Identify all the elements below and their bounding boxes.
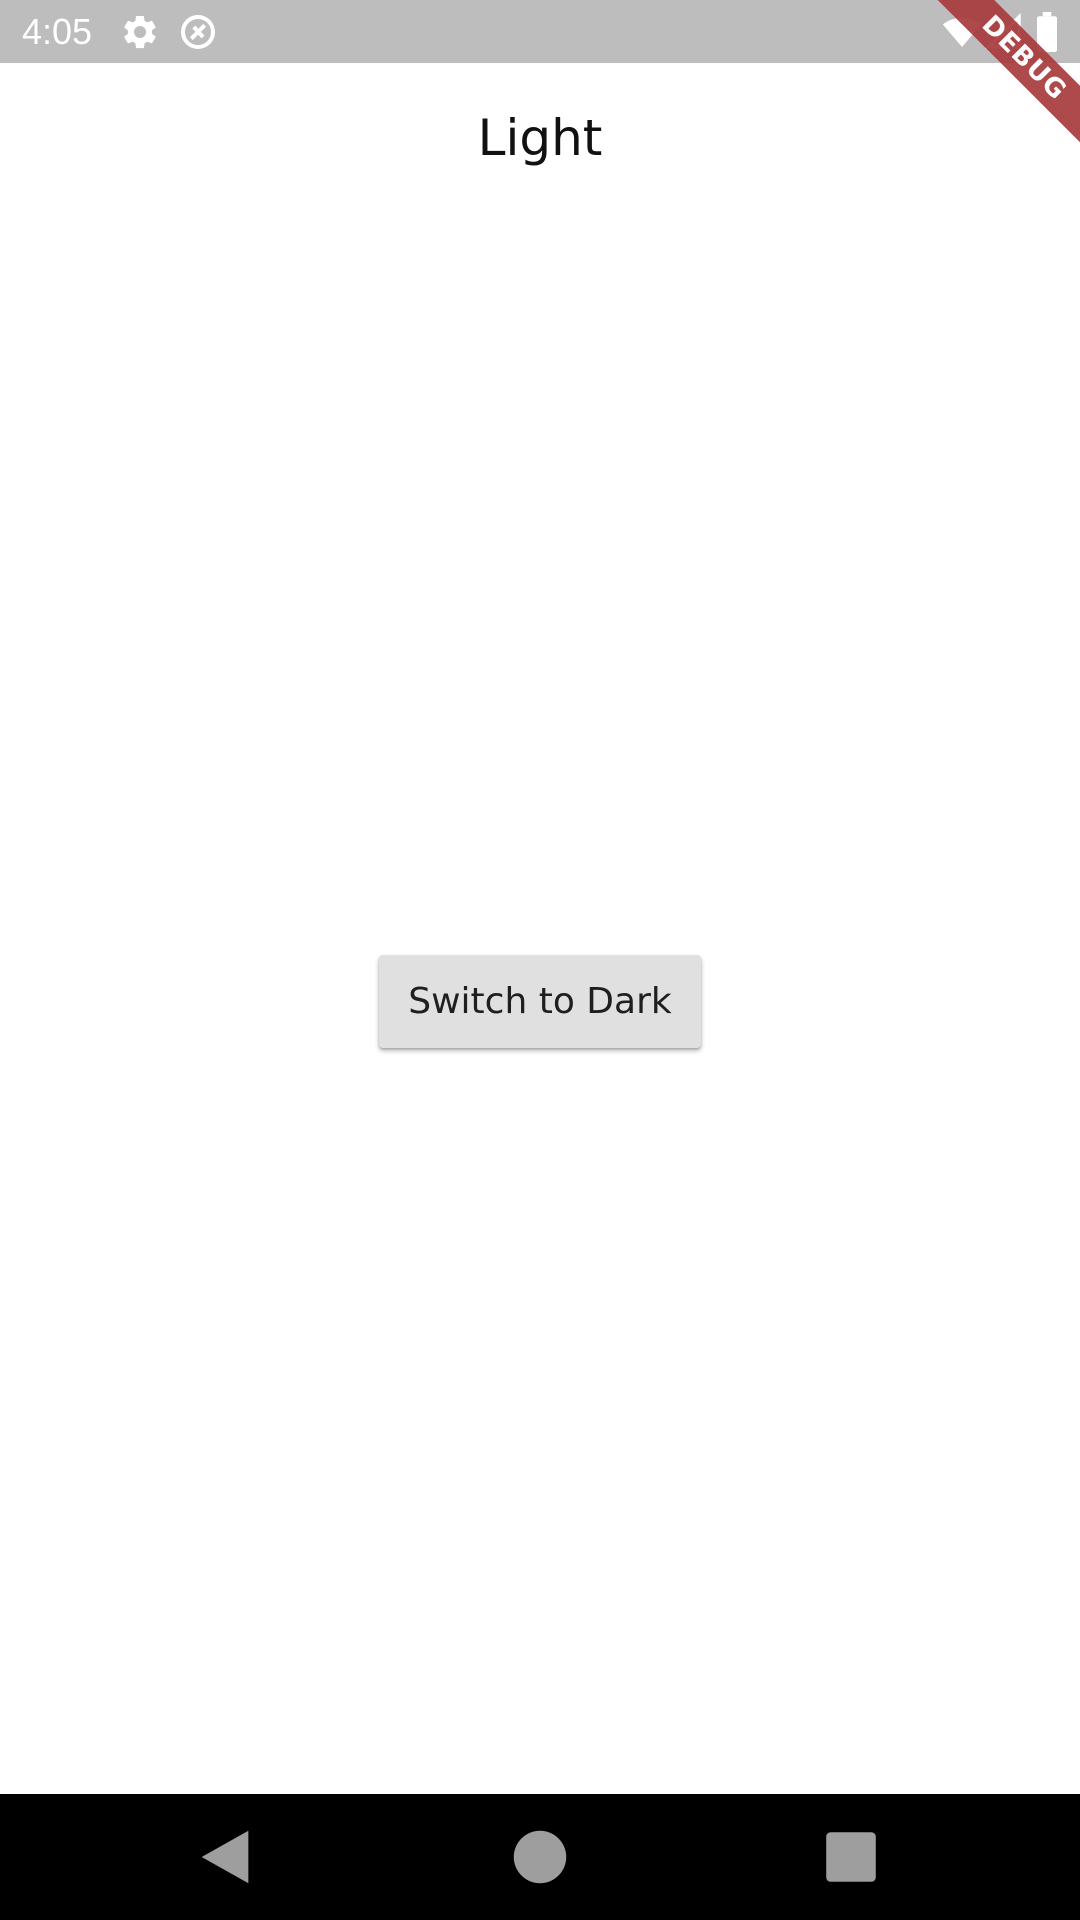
back-icon[interactable]	[190, 1822, 260, 1892]
battery-icon	[1030, 12, 1064, 52]
home-icon[interactable]	[505, 1822, 575, 1892]
switch-theme-button-label: Switch to Dark	[408, 981, 672, 1022]
status-bar: 4:05	[0, 0, 1080, 63]
signal-icon	[984, 12, 1024, 52]
recents-icon[interactable]	[816, 1822, 886, 1892]
switch-theme-button[interactable]: Switch to Dark	[379, 955, 701, 1048]
no-location-icon	[178, 12, 218, 52]
page-title: Light	[477, 109, 603, 167]
app-screen: 4:05 DEBUG Light Switch to Dark	[0, 0, 1080, 1920]
status-time: 4:05	[22, 11, 93, 52]
gear-icon	[120, 12, 160, 52]
navigation-bar	[0, 1794, 1080, 1920]
wifi-icon	[942, 12, 982, 52]
